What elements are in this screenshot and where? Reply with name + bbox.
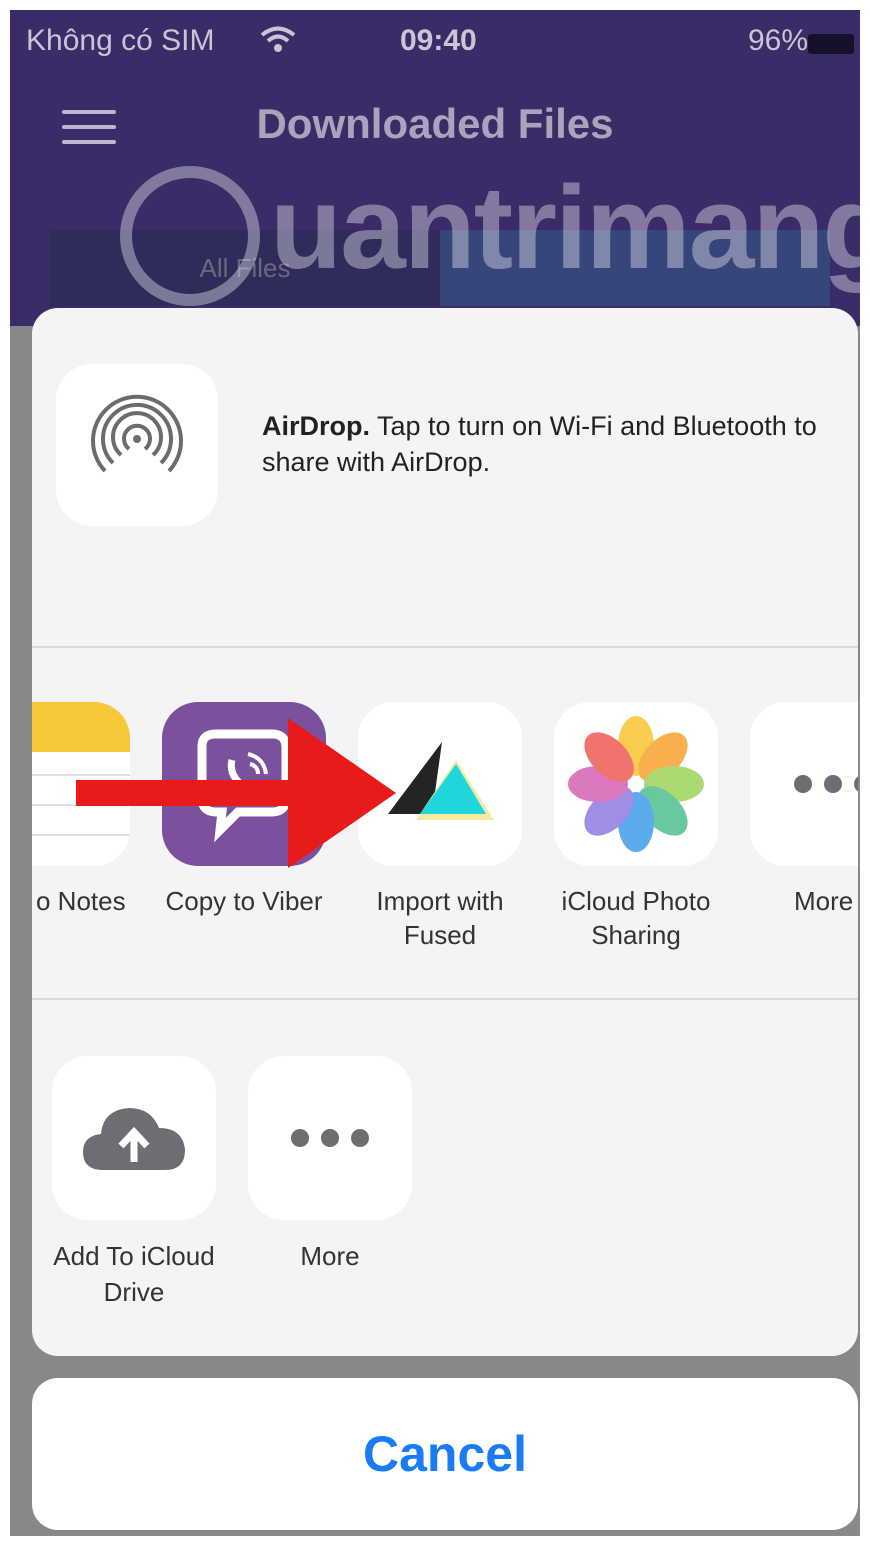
wifi-icon: [260, 26, 296, 52]
airdrop-title: AirDrop.: [262, 411, 370, 441]
airdrop-description: AirDrop. Tap to turn on Wi-Fi and Blueto…: [262, 408, 822, 480]
page-title: Downloaded Files: [256, 100, 614, 147]
red-arrow-annotation: [76, 718, 396, 868]
action-label: More: [300, 1241, 360, 1271]
app-label: iCloud Photo Sharing: [561, 886, 711, 950]
more-icon: [750, 702, 858, 866]
app-more[interactable]: More: [750, 702, 858, 918]
action-add-to-icloud-drive[interactable]: Add To iCloud Drive: [52, 1056, 216, 1310]
app-label: Copy to Viber: [165, 886, 323, 916]
status-bar: Không có SIM 09:40 96%: [10, 18, 860, 62]
app-label: o Notes: [36, 886, 126, 916]
clock: 09:40: [400, 24, 477, 57]
icloud-upload-icon: [52, 1056, 216, 1220]
screen: Không có SIM 09:40 96% Downloaded Files …: [10, 10, 860, 1536]
app-label: More: [794, 886, 854, 916]
carrier-label: Không có SIM: [26, 24, 215, 57]
more-icon: [248, 1056, 412, 1220]
airdrop-row[interactable]: AirDrop. Tap to turn on Wi-Fi and Blueto…: [32, 308, 858, 646]
airdrop-icon[interactable]: [56, 364, 218, 526]
action-more[interactable]: More: [248, 1056, 412, 1274]
watermark-text: uantrimang: [270, 162, 860, 294]
cancel-button[interactable]: Cancel: [32, 1378, 858, 1530]
app-icloud-photo-sharing[interactable]: iCloud Photo Sharing: [554, 702, 718, 952]
watermark: uantrimang: [120, 160, 860, 330]
battery-percent: 96%: [747, 24, 808, 57]
actions-row: Add To iCloud Drive More: [32, 1000, 858, 1356]
action-label: Add To iCloud Drive: [53, 1241, 215, 1307]
battery-icon: [808, 34, 854, 54]
watermark-bulb-icon: [120, 166, 260, 306]
photos-icon: [554, 702, 718, 866]
app-label: Import with Fused: [376, 886, 504, 950]
